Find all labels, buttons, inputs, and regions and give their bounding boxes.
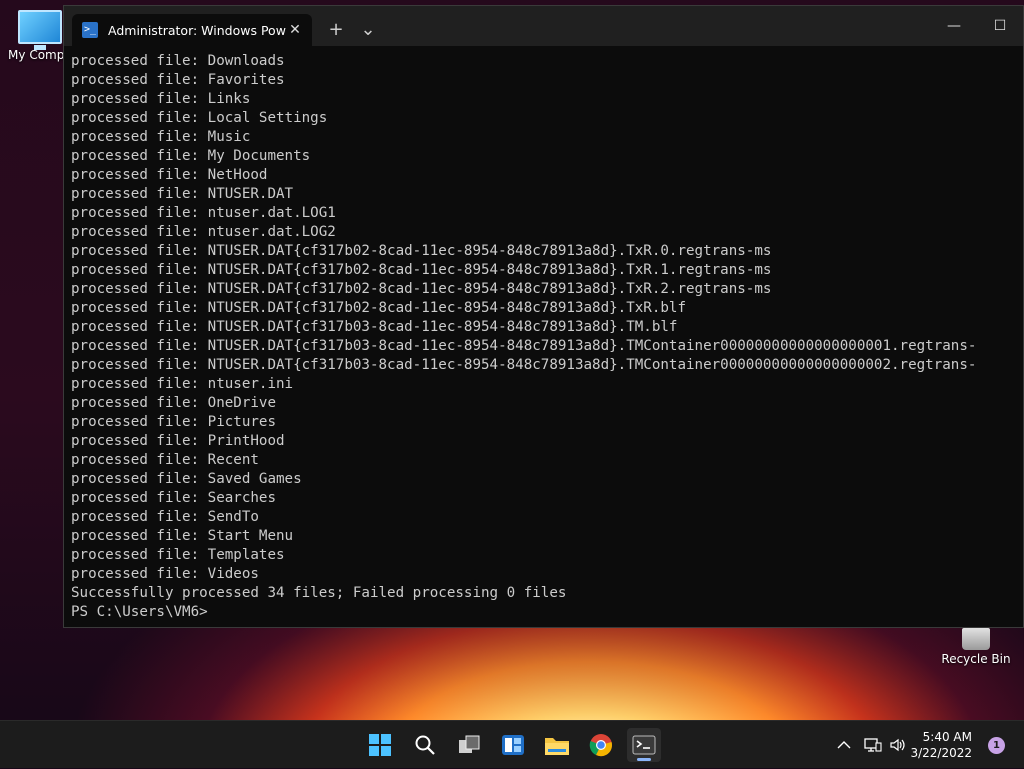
console-line: processed file: ntuser.ini <box>71 376 294 392</box>
desktop-icon-label: Recycle Bin <box>941 652 1011 666</box>
console-line: processed file: NTUSER.DAT{cf317b02-8cad… <box>71 262 772 278</box>
chevron-up-icon <box>837 741 851 749</box>
console-line: PS C:\Users\VM6> <box>71 604 208 620</box>
widgets-button[interactable] <box>496 728 530 762</box>
chrome-button[interactable] <box>584 728 618 762</box>
terminal-taskbar-button[interactable] <box>627 728 661 762</box>
show-hidden-icons-button[interactable] <box>836 721 852 769</box>
widgets-icon <box>502 735 524 755</box>
start-button[interactable] <box>363 728 397 762</box>
console-line: processed file: ntuser.dat.LOG2 <box>71 224 336 240</box>
console-line: processed file: Start Menu <box>71 528 294 544</box>
console-line: processed file: Templates <box>71 547 285 563</box>
folder-icon <box>545 738 569 755</box>
console-line: processed file: NTUSER.DAT{cf317b03-8cad… <box>71 319 678 335</box>
title-bar[interactable]: >_ Administrator: Windows PowerS ✕ + ⌄ —… <box>64 6 1023 46</box>
chrome-icon <box>589 734 612 757</box>
volume-button[interactable] <box>889 721 907 769</box>
computer-icon <box>18 10 62 50</box>
console-line: processed file: NTUSER.DAT{cf317b02-8cad… <box>71 300 686 316</box>
console-line: processed file: NetHood <box>71 167 268 183</box>
tab-title: Administrator: Windows PowerS <box>108 22 286 38</box>
task-view-button[interactable] <box>452 728 486 762</box>
windows-logo-icon <box>369 734 391 756</box>
notification-badge[interactable]: 1 <box>988 737 1005 754</box>
recycle-bin-icon <box>962 628 990 650</box>
terminal-window: >_ Administrator: Windows PowerS ✕ + ⌄ —… <box>63 5 1024 628</box>
console-line: processed file: NTUSER.DAT{cf317b02-8cad… <box>71 281 772 297</box>
new-tab-button[interactable]: + <box>320 14 352 46</box>
speaker-icon <box>890 738 905 752</box>
task-view-icon <box>459 735 480 753</box>
maximize-button[interactable]: ☐ <box>977 6 1023 46</box>
terminal-icon <box>632 735 656 755</box>
console-line: processed file: PrintHood <box>71 433 285 449</box>
network-icon <box>864 738 882 752</box>
tab-close-button[interactable]: ✕ <box>286 22 304 38</box>
search-button[interactable] <box>408 728 442 762</box>
console-line: processed file: OneDrive <box>71 395 276 411</box>
console-line: processed file: Videos <box>71 566 259 582</box>
file-explorer-button[interactable] <box>540 728 574 762</box>
console-line: processed file: Recent <box>71 452 259 468</box>
network-button[interactable] <box>864 721 882 769</box>
console-line: Successfully processed 34 files; Failed … <box>71 585 567 601</box>
console-line: processed file: Local Settings <box>71 110 328 126</box>
console-line: processed file: Downloads <box>71 53 285 69</box>
active-indicator <box>637 758 651 761</box>
console-output[interactable]: processed file: Downloads processed file:… <box>64 46 1023 621</box>
console-line: processed file: ntuser.dat.LOG1 <box>71 205 336 221</box>
tab-dropdown-button[interactable]: ⌄ <box>352 14 384 46</box>
clock-date: 3/22/2022 <box>910 746 972 760</box>
tab-powershell[interactable]: >_ Administrator: Windows PowerS ✕ <box>72 14 312 46</box>
console-line: processed file: SendTo <box>71 509 259 525</box>
clock-time: 5:40 AM <box>922 730 972 744</box>
console-line: processed file: Saved Games <box>71 471 302 487</box>
console-line: processed file: NTUSER.DAT{cf317b03-8cad… <box>71 357 977 373</box>
console-line: processed file: Links <box>71 91 251 107</box>
console-line: processed file: NTUSER.DAT <box>71 186 294 202</box>
console-line: processed file: My Documents <box>71 148 311 164</box>
search-icon <box>415 735 435 755</box>
minimize-button[interactable]: — <box>931 6 977 46</box>
console-line: processed file: Pictures <box>71 414 276 430</box>
clock[interactable]: 5:40 AM 3/22/2022 <box>910 729 972 761</box>
console-line: processed file: Favorites <box>71 72 285 88</box>
console-line: processed file: Searches <box>71 490 276 506</box>
taskbar: 5:40 AM 3/22/2022 1 <box>0 720 1024 768</box>
powershell-icon: >_ <box>82 22 98 38</box>
console-line: processed file: NTUSER.DAT{cf317b02-8cad… <box>71 243 772 259</box>
console-line: processed file: Music <box>71 129 251 145</box>
console-line: processed file: NTUSER.DAT{cf317b03-8cad… <box>71 338 977 354</box>
desktop-icon-recycle-bin[interactable]: Recycle Bin <box>936 628 1016 666</box>
